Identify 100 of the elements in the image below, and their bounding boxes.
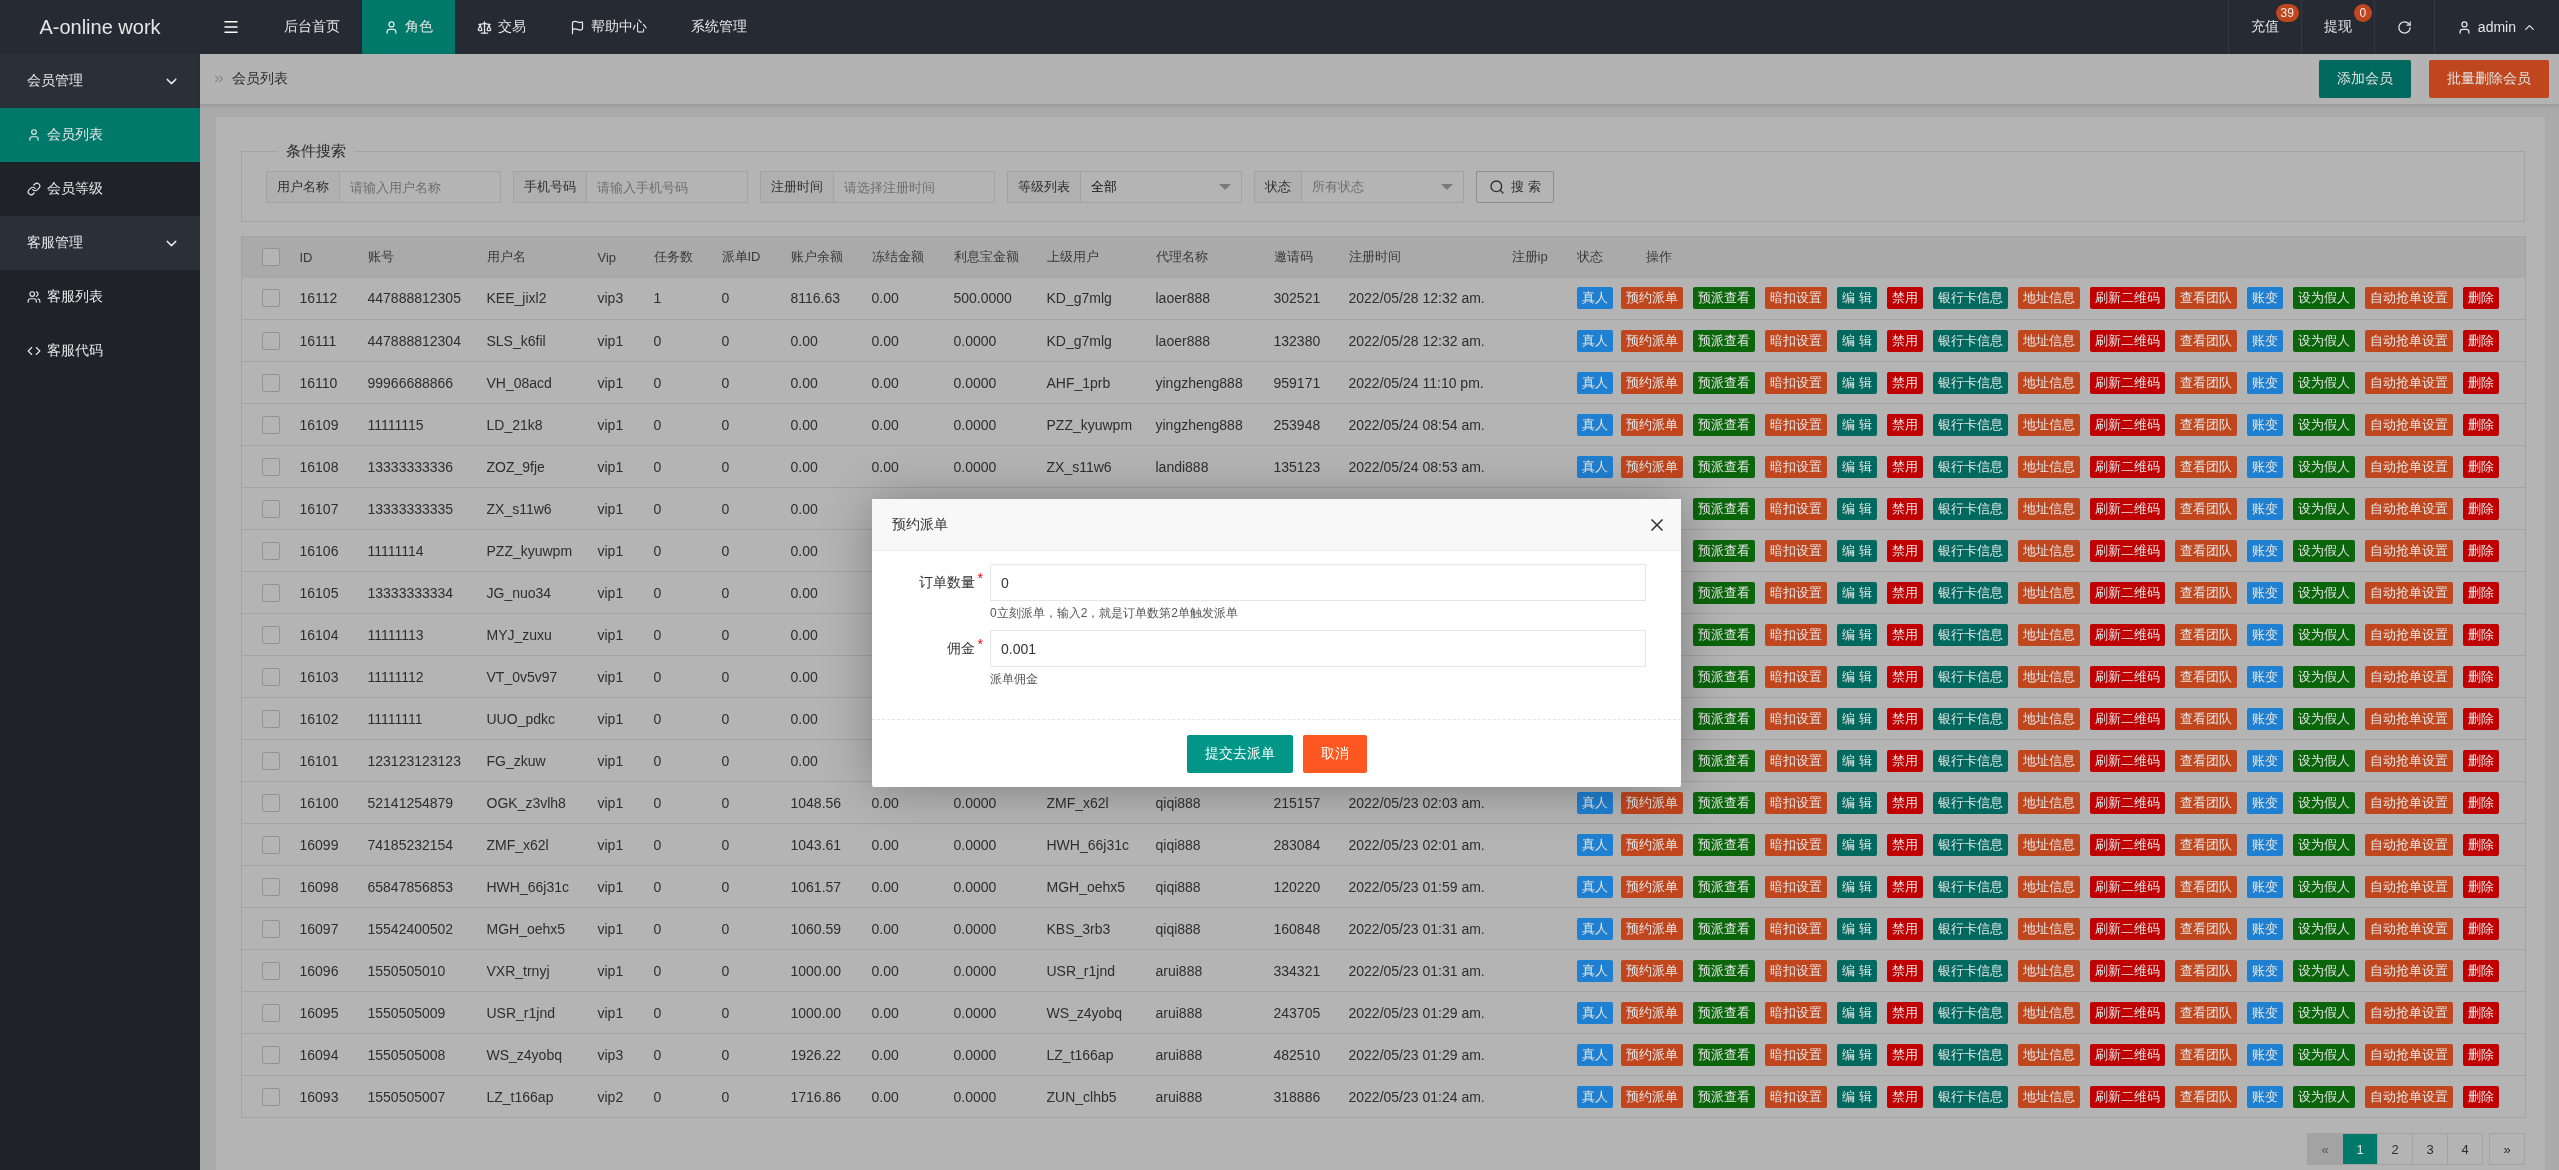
- action-button[interactable]: 预约派单: [1621, 287, 1684, 310]
- action-button[interactable]: 设为假人: [2293, 539, 2355, 562]
- checkbox[interactable]: [261, 499, 280, 518]
- action-button[interactable]: 预派查看: [1693, 371, 1756, 394]
- checkbox[interactable]: [261, 877, 280, 896]
- action-button[interactable]: 账变: [2247, 1085, 2283, 1108]
- action-button[interactable]: 暗扣设置: [1765, 497, 1828, 520]
- action-button[interactable]: 预派查看: [1693, 959, 1756, 982]
- action-button[interactable]: 设为假人: [2293, 1043, 2355, 1066]
- action-button[interactable]: 账变: [2247, 497, 2283, 520]
- action-button[interactable]: 预约派单: [1621, 791, 1684, 814]
- action-button[interactable]: 暗扣设置: [1765, 959, 1828, 982]
- checkbox[interactable]: [261, 1003, 280, 1022]
- action-button[interactable]: 银行卡信息: [1933, 875, 2008, 898]
- action-button[interactable]: 预约派单: [1621, 1043, 1684, 1066]
- action-button[interactable]: 地址信息: [2018, 1085, 2080, 1108]
- action-button[interactable]: 地址信息: [2018, 1001, 2080, 1024]
- action-button[interactable]: 刷新二维码: [2090, 413, 2165, 436]
- action-button[interactable]: 查看团队: [2175, 455, 2237, 478]
- action-button[interactable]: 账变: [2247, 833, 2283, 856]
- action-button[interactable]: 自动抢单设置: [2365, 455, 2453, 478]
- checkbox[interactable]: [261, 709, 280, 728]
- action-button[interactable]: 账变: [2247, 749, 2283, 772]
- action-button[interactable]: 自动抢单设置: [2365, 1085, 2453, 1108]
- action-button[interactable]: 账变: [2247, 665, 2283, 688]
- action-button[interactable]: 账变: [2247, 455, 2283, 478]
- checkbox[interactable]: [261, 583, 280, 602]
- action-button[interactable]: 编 辑: [1837, 875, 1877, 898]
- action-button[interactable]: 设为假人: [2293, 917, 2355, 940]
- action-button[interactable]: 银行卡信息: [1933, 371, 2008, 394]
- action-button[interactable]: 预派查看: [1693, 875, 1756, 898]
- action-button[interactable]: 暗扣设置: [1765, 1043, 1828, 1066]
- action-button[interactable]: 自动抢单设置: [2365, 707, 2453, 730]
- action-button[interactable]: 自动抢单设置: [2365, 875, 2453, 898]
- action-button[interactable]: 暗扣设置: [1765, 707, 1828, 730]
- action-button[interactable]: 删除: [2463, 371, 2499, 394]
- action-button[interactable]: 预约派单: [1621, 917, 1684, 940]
- action-button[interactable]: 账变: [2247, 371, 2283, 394]
- action-button[interactable]: 自动抢单设置: [2365, 959, 2453, 982]
- action-button[interactable]: 银行卡信息: [1933, 497, 2008, 520]
- action-button[interactable]: 设为假人: [2293, 329, 2355, 352]
- action-button[interactable]: 账变: [2247, 917, 2283, 940]
- nav-tab[interactable]: 帮助中心: [548, 0, 669, 54]
- action-button[interactable]: 账变: [2247, 1001, 2283, 1024]
- search-field[interactable]: 请输入用户名称: [340, 171, 501, 203]
- checkbox[interactable]: [261, 331, 280, 350]
- action-button[interactable]: 暗扣设置: [1765, 413, 1828, 436]
- action-button[interactable]: 预派查看: [1693, 329, 1756, 352]
- action-button[interactable]: 地址信息: [2018, 875, 2080, 898]
- action-button[interactable]: 银行卡信息: [1933, 287, 2008, 310]
- checkbox[interactable]: [261, 415, 280, 434]
- action-button[interactable]: 删除: [2463, 875, 2499, 898]
- select-field[interactable]: 全部: [1081, 171, 1242, 203]
- action-button[interactable]: 预派查看: [1693, 497, 1756, 520]
- action-button[interactable]: 设为假人: [2293, 833, 2355, 856]
- page-number[interactable]: 4: [2447, 1133, 2483, 1165]
- action-button[interactable]: 银行卡信息: [1933, 329, 2008, 352]
- action-button[interactable]: 地址信息: [2018, 329, 2080, 352]
- checkbox[interactable]: [261, 1045, 280, 1064]
- checkbox[interactable]: [261, 248, 280, 267]
- action-button[interactable]: 设为假人: [2293, 665, 2355, 688]
- action-button[interactable]: 刷新二维码: [2090, 875, 2165, 898]
- action-button[interactable]: 预约派单: [1621, 329, 1684, 352]
- action-button[interactable]: 设为假人: [2293, 623, 2355, 646]
- action-button[interactable]: 刷新二维码: [2090, 749, 2165, 772]
- action-button[interactable]: 预派查看: [1693, 623, 1756, 646]
- checkbox[interactable]: [261, 457, 280, 476]
- action-button[interactable]: 账变: [2247, 539, 2283, 562]
- action-button[interactable]: 账变: [2247, 791, 2283, 814]
- checkbox[interactable]: [261, 751, 280, 770]
- action-button[interactable]: 删除: [2463, 413, 2499, 436]
- action-button[interactable]: 编 辑: [1837, 539, 1877, 562]
- action-button[interactable]: 地址信息: [2018, 287, 2080, 310]
- action-button[interactable]: 刷新二维码: [2090, 707, 2165, 730]
- action-button[interactable]: 删除: [2463, 707, 2499, 730]
- action-button[interactable]: 地址信息: [2018, 665, 2080, 688]
- search-field[interactable]: 请选择注册时间: [834, 171, 995, 203]
- action-button[interactable]: 自动抢单设置: [2365, 287, 2453, 310]
- action-button[interactable]: 删除: [2463, 329, 2499, 352]
- action-button[interactable]: 删除: [2463, 581, 2499, 604]
- action-button[interactable]: 银行卡信息: [1933, 455, 2008, 478]
- checkbox[interactable]: [261, 919, 280, 938]
- action-button[interactable]: 账变: [2247, 959, 2283, 982]
- action-button[interactable]: 预派查看: [1693, 413, 1756, 436]
- action-button[interactable]: 编 辑: [1837, 959, 1877, 982]
- action-button[interactable]: 查看团队: [2175, 875, 2237, 898]
- action-button[interactable]: 暗扣设置: [1765, 665, 1828, 688]
- action-button[interactable]: 预派查看: [1693, 749, 1756, 772]
- page-number[interactable]: 2: [2377, 1133, 2413, 1165]
- action-button[interactable]: 查看团队: [2175, 287, 2237, 310]
- action-button[interactable]: 预派查看: [1693, 1085, 1756, 1108]
- checkbox[interactable]: [261, 835, 280, 854]
- action-button[interactable]: 地址信息: [2018, 371, 2080, 394]
- action-button[interactable]: 暗扣设置: [1765, 1085, 1828, 1108]
- action-button[interactable]: 银行卡信息: [1933, 539, 2008, 562]
- action-button[interactable]: 删除: [2463, 917, 2499, 940]
- action-button[interactable]: 银行卡信息: [1933, 959, 2008, 982]
- action-button[interactable]: 预派查看: [1693, 917, 1756, 940]
- action-button[interactable]: 暗扣设置: [1765, 623, 1828, 646]
- action-button[interactable]: 银行卡信息: [1933, 623, 2008, 646]
